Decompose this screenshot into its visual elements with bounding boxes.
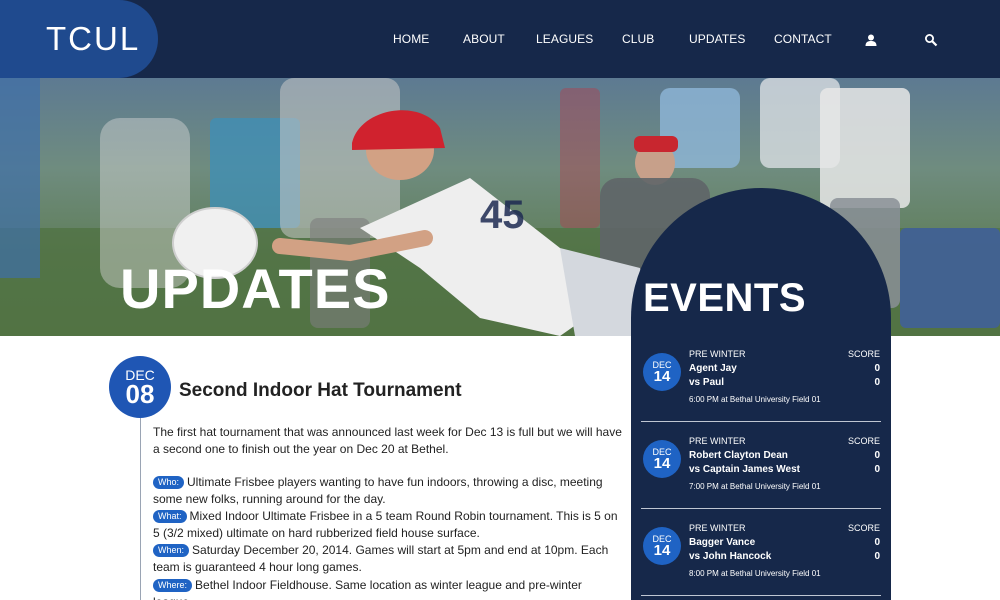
event-league: PRE WINTER: [689, 436, 746, 446]
article-intro: The first hat tournament that was announ…: [153, 425, 622, 456]
tag-who: Who:: [153, 476, 185, 489]
event-item[interactable]: DEC 14 PRE WINTER SCORE Robert Clayton D…: [631, 432, 891, 518]
event-team2: vs Paul: [689, 377, 725, 388]
detail-what-text: Mixed Indoor Ultimate Frisbee in a 5 tea…: [153, 509, 618, 540]
event-date-badge: DEC 14: [643, 527, 681, 565]
detail-who-text: Ultimate Frisbee players wanting to have…: [153, 475, 603, 506]
event-time: 6:00 PM at Bethal University Field 01: [689, 395, 821, 404]
event-team2: vs John Hancock: [689, 551, 772, 562]
event-score-label: SCORE: [847, 523, 880, 533]
user-icon[interactable]: [864, 33, 878, 47]
event-team2: vs Captain James West: [689, 464, 800, 475]
event-date-badge: DEC 14: [643, 353, 681, 391]
site-header: TCUL HOME ABOUT LEAGUES CLUB UPDATES CON…: [0, 0, 1000, 78]
event-team1: Robert Clayton Dean: [689, 450, 788, 461]
article-detail-who: Who: Ultimate Frisbee players wanting to …: [153, 474, 623, 508]
nav-contact[interactable]: CONTACT: [774, 32, 832, 46]
article-title[interactable]: Second Indoor Hat Tournament: [179, 380, 462, 402]
event-date-day: 14: [653, 455, 671, 472]
nav-home[interactable]: HOME: [393, 32, 429, 46]
event-divider: [641, 508, 881, 509]
tag-where: Where:: [153, 579, 193, 592]
detail-where-text: Bethel Indoor Fieldhouse. Same location …: [153, 578, 582, 600]
timeline-line: [140, 418, 141, 600]
page-title: UPDATES: [120, 257, 391, 320]
event-time: 7:00 PM at Bethal University Field 01: [689, 482, 821, 491]
event-item[interactable]: DEC 14 PRE WINTER SCORE Agent Jay 0 vs P…: [631, 345, 891, 431]
nav-about[interactable]: ABOUT: [463, 32, 505, 46]
event-score1: 0: [874, 450, 880, 461]
nav-club[interactable]: CLUB: [622, 32, 654, 46]
article-detail-where: Where: Bethel Indoor Fieldhouse. Same loc…: [153, 577, 623, 600]
event-score1: 0: [874, 537, 880, 548]
detail-when-text: Saturday December 20, 2014. Games will s…: [153, 543, 609, 574]
event-date-day: 14: [653, 368, 671, 385]
event-score2: 0: [874, 464, 880, 475]
event-score2: 0: [874, 551, 880, 562]
event-divider: [641, 595, 881, 596]
tag-what: What:: [153, 510, 187, 523]
search-icon[interactable]: [924, 33, 938, 47]
svg-text:45: 45: [480, 193, 525, 237]
article-date-day: 08: [125, 379, 155, 409]
event-league: PRE WINTER: [689, 349, 746, 359]
nav-updates[interactable]: UPDATES: [689, 32, 746, 46]
event-item[interactable]: DEC 14 PRE WINTER SCORE Bagger Vance 0 v…: [631, 519, 891, 600]
article-date-badge: DEC 08: [109, 356, 171, 418]
event-score-label: SCORE: [847, 436, 880, 446]
main-nav: HOME ABOUT LEAGUES CLUB UPDATES CONTACT: [0, 32, 1000, 48]
events-title: EVENTS: [643, 276, 807, 320]
event-score1: 0: [874, 363, 880, 374]
event-score-label: SCORE: [847, 349, 880, 359]
article-detail-when: When: Saturday December 20, 2014. Games w…: [153, 542, 623, 576]
tag-when: When:: [153, 544, 190, 557]
event-team1: Agent Jay: [689, 363, 737, 374]
event-time: 8:00 PM at Bethal University Field 01: [689, 569, 821, 578]
event-score2: 0: [874, 377, 880, 388]
event-date-badge: DEC 14: [643, 440, 681, 478]
event-league: PRE WINTER: [689, 523, 746, 533]
event-team1: Bagger Vance: [689, 537, 756, 548]
event-date-day: 14: [653, 542, 671, 559]
events-panel: EVENTS DEC 14 PRE WINTER SCORE Agent Jay…: [631, 188, 891, 600]
nav-leagues[interactable]: LEAGUES: [536, 32, 593, 46]
event-divider: [641, 421, 881, 422]
article-detail-what: What: Mixed Indoor Ultimate Frisbee in a …: [153, 508, 623, 542]
